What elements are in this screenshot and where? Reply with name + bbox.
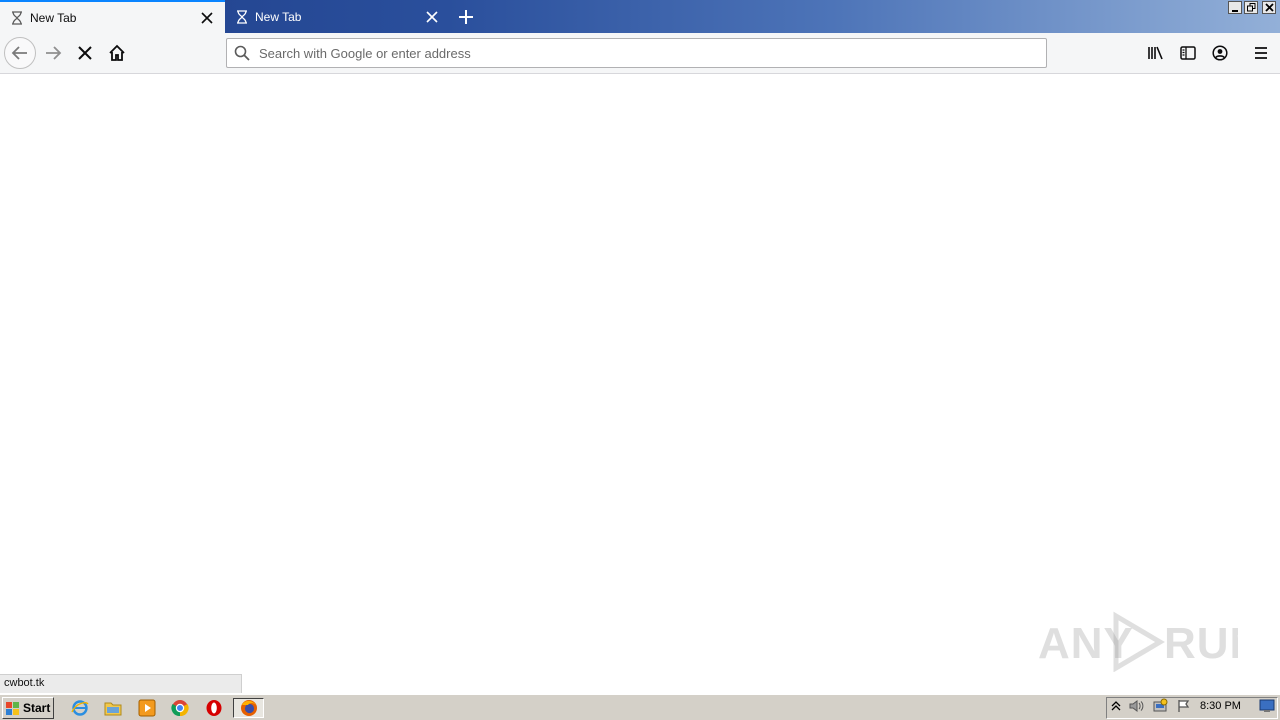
close-tab-icon[interactable]: [195, 6, 219, 30]
close-tab-icon[interactable]: [420, 5, 444, 29]
file-explorer-icon[interactable]: [102, 698, 124, 718]
library-icon[interactable]: [1140, 37, 1172, 69]
search-input[interactable]: [257, 44, 1046, 62]
show-hidden-icons-icon[interactable]: [1108, 698, 1124, 714]
windows-logo-icon: [6, 701, 19, 715]
taskbar: Start 8:30 PM: [0, 694, 1280, 720]
media-player-icon[interactable]: [136, 698, 158, 718]
back-arrow-icon[interactable]: [4, 37, 36, 69]
watermark-text-left: ANY: [1038, 619, 1134, 668]
chrome-icon[interactable]: [169, 698, 191, 718]
show-desktop-icon[interactable]: [1259, 698, 1275, 714]
watermark-text-right: RUN: [1164, 619, 1238, 668]
account-icon[interactable]: [1204, 37, 1236, 69]
page-content: [0, 74, 1280, 693]
home-icon[interactable]: [101, 37, 133, 69]
internet-explorer-icon[interactable]: [69, 698, 91, 718]
status-panel: cwbot.tk: [0, 674, 242, 693]
minimize-window-icon[interactable]: [1228, 1, 1242, 14]
volume-icon[interactable]: [1128, 698, 1144, 714]
action-center-flag-icon[interactable]: [1176, 698, 1192, 714]
loading-hourglass-icon: [237, 9, 247, 24]
loading-hourglass-icon: [12, 10, 22, 25]
start-button[interactable]: Start: [2, 697, 54, 719]
taskbar-clock[interactable]: 8:30 PM: [1200, 700, 1241, 712]
network-icon[interactable]: [1152, 698, 1168, 714]
address-bar[interactable]: [226, 38, 1047, 68]
close-window-icon[interactable]: [1262, 1, 1276, 14]
anyrun-watermark: ANY RUN: [1038, 608, 1238, 672]
sidebar-toggle-icon[interactable]: [1172, 37, 1204, 69]
tab-strip: New Tab New Tab: [0, 0, 1280, 33]
search-icon: [234, 45, 250, 61]
new-tab-plus-icon[interactable]: [452, 3, 480, 31]
forward-arrow-icon[interactable]: [37, 37, 69, 69]
stop-loading-icon[interactable]: [69, 37, 101, 69]
firefox-icon[interactable]: [233, 698, 264, 718]
restore-window-icon[interactable]: [1244, 1, 1258, 14]
tab-new-tab-1[interactable]: New Tab: [0, 0, 225, 33]
tab-new-tab-2[interactable]: New Tab: [225, 0, 450, 33]
tab-title: New Tab: [30, 10, 77, 25]
opera-icon[interactable]: [203, 698, 225, 718]
menu-hamburger-icon[interactable]: [1245, 37, 1277, 69]
start-label: Start: [23, 701, 51, 715]
navigation-toolbar: [0, 33, 1280, 74]
tab-title: New Tab: [255, 9, 302, 24]
